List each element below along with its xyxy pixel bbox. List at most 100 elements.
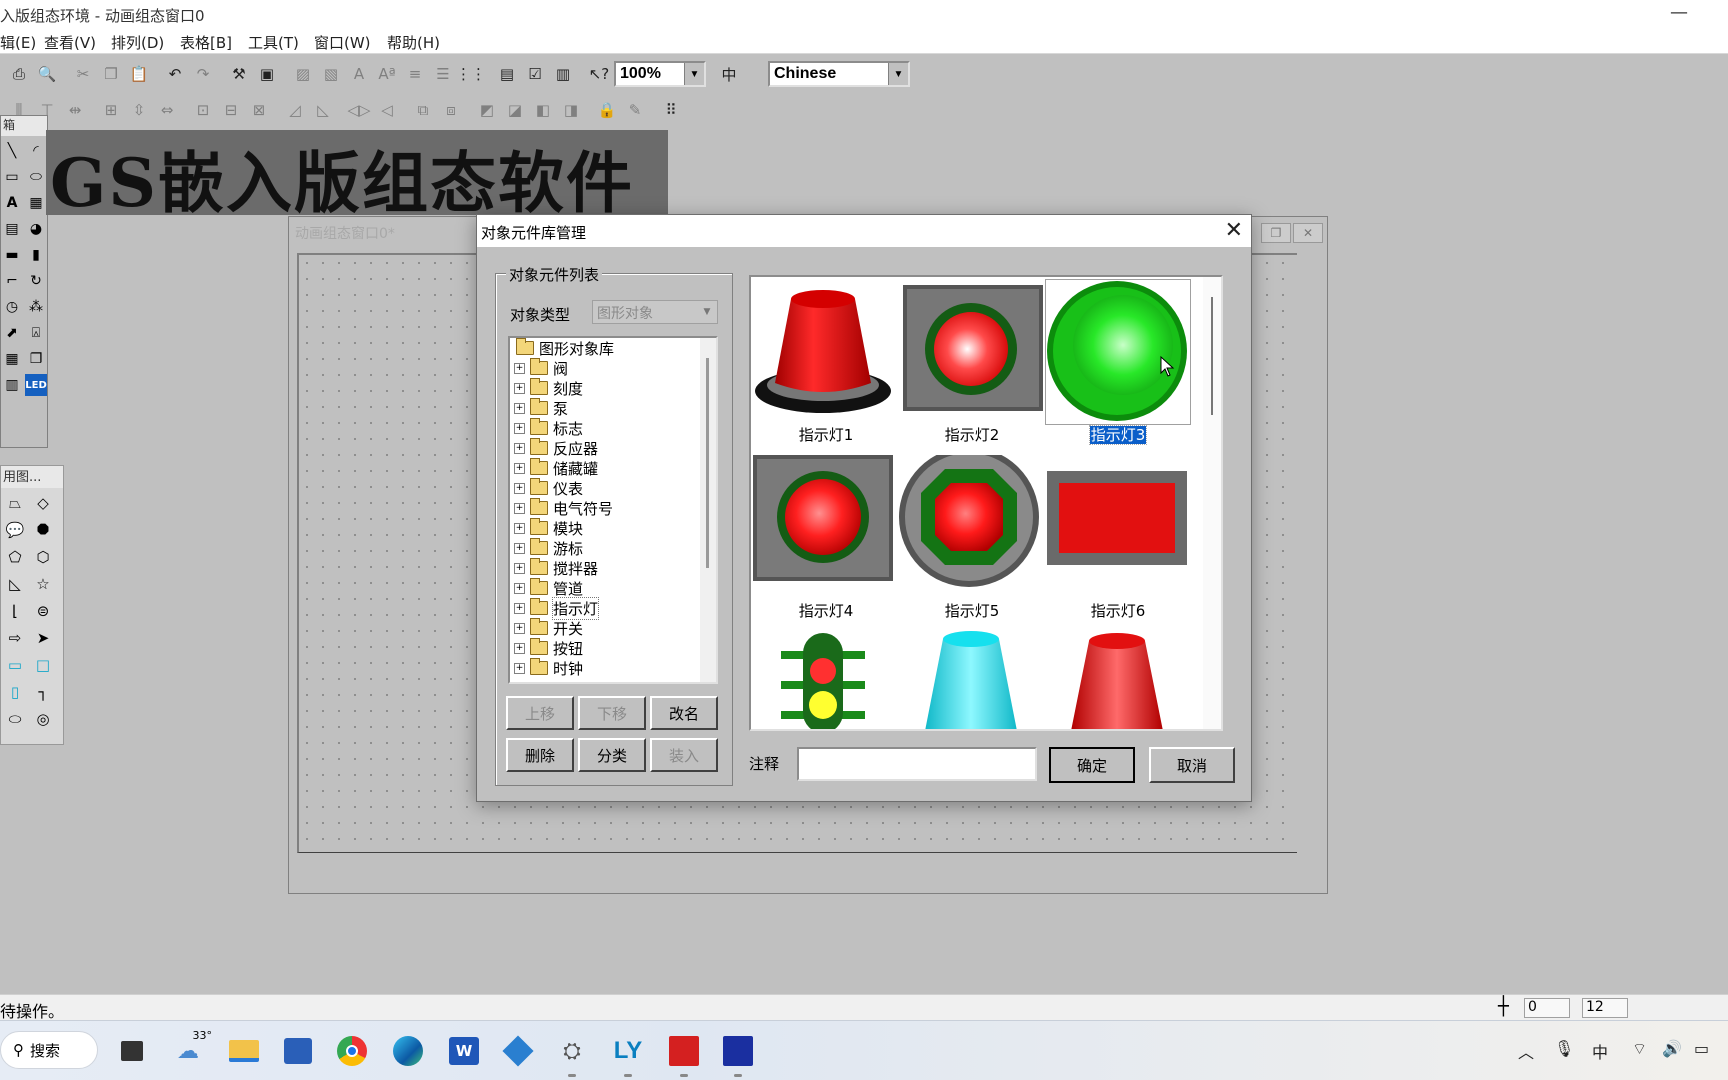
- note-input[interactable]: [797, 747, 1037, 781]
- redo-icon[interactable]: ↷: [190, 61, 216, 87]
- elbow-shape-icon[interactable]: ⌊: [3, 600, 27, 622]
- weather-icon[interactable]: ☁ 33°: [168, 1029, 212, 1071]
- table-tool-icon[interactable]: ▦: [1, 348, 23, 370]
- lock-icon[interactable]: 🔒: [594, 97, 620, 123]
- zoom-select[interactable]: 100% ▼: [614, 61, 706, 87]
- indicator-lamp-6[interactable]: 指示灯6: [1045, 455, 1191, 623]
- close-icon[interactable]: ✕: [1225, 218, 1243, 243]
- copy-icon[interactable]: ❐: [98, 61, 124, 87]
- button-tool-icon[interactable]: ▤: [1, 218, 23, 240]
- language-select[interactable]: Chinese ▼: [768, 61, 910, 87]
- window-props-icon[interactable]: ▤: [494, 61, 520, 87]
- network-tool-icon[interactable]: ⛭: [552, 1031, 592, 1077]
- tree-item[interactable]: + 时钟: [510, 658, 614, 678]
- grid-dots-icon[interactable]: ⠿: [658, 97, 684, 123]
- cyan-lamp-item[interactable]: [899, 631, 1045, 729]
- pointer-shape-icon[interactable]: ➤: [31, 627, 55, 649]
- unlock-icon[interactable]: ✎: [622, 97, 648, 123]
- cylinder-shape-icon[interactable]: ⊜: [31, 600, 55, 622]
- tree-item[interactable]: + 阀: [510, 358, 614, 378]
- load-button[interactable]: 装入: [650, 738, 718, 772]
- component-tree[interactable]: 图形对象库 + 阀 + 刻度 + 泵 + 标志 + 反应器 + 储藏罐 + 仪表 + 电气符号 …: [508, 336, 718, 684]
- properties-icon[interactable]: ▣: [254, 61, 280, 87]
- text-tool-icon[interactable]: A: [1, 192, 23, 214]
- microphone-icon[interactable]: 🎙: [1554, 1039, 1574, 1058]
- ok-button[interactable]: 确定: [1049, 747, 1135, 783]
- tree-item[interactable]: + 开关: [510, 618, 614, 638]
- tree-item[interactable]: + 模块: [510, 518, 614, 538]
- tree-root[interactable]: 图形对象库: [510, 338, 614, 358]
- tree-scrollbar[interactable]: [700, 338, 716, 682]
- print-preview-icon[interactable]: 🔍: [34, 61, 60, 87]
- expand-icon[interactable]: +: [514, 462, 525, 474]
- tools-icon[interactable]: ⚒: [226, 61, 252, 87]
- expand-icon[interactable]: +: [514, 382, 525, 394]
- store-icon[interactable]: [278, 1031, 318, 1071]
- rounded-rect-tool-icon[interactable]: ▭: [1, 166, 23, 188]
- tree-item[interactable]: + 仪表: [510, 478, 614, 498]
- bar-tool-icon[interactable]: ▮: [25, 244, 47, 266]
- ring-shape-icon[interactable]: ◎: [31, 708, 55, 730]
- rename-button[interactable]: 改名: [650, 696, 718, 730]
- menu-edit[interactable]: 辑(E): [0, 32, 36, 53]
- rect-shape-icon[interactable]: ▭: [3, 654, 27, 676]
- chevron-down-icon[interactable]: ▼: [888, 63, 908, 85]
- spacing-h-icon[interactable]: ⊠: [246, 97, 272, 123]
- square-shape-icon[interactable]: □: [31, 654, 55, 676]
- rotate-right-icon[interactable]: ◺: [310, 97, 336, 123]
- file-explorer-icon[interactable]: [224, 1031, 264, 1071]
- align-height-icon[interactable]: ⇹: [62, 97, 88, 123]
- component-preview[interactable]: 指示灯1 指示灯2 指示灯3 指示灯4 指示灯5 指示灯6: [749, 275, 1223, 731]
- tree-item[interactable]: + 储藏罐: [510, 458, 614, 478]
- red-lamp-item[interactable]: [1045, 631, 1191, 729]
- classify-button[interactable]: 分类: [578, 738, 646, 772]
- arrow-shape-icon[interactable]: ⇨: [3, 627, 27, 649]
- undo-icon[interactable]: ↶: [162, 61, 188, 87]
- taskbar-search[interactable]: ⚲ 搜索: [0, 1031, 98, 1069]
- indicator-lamp-5[interactable]: 指示灯5: [899, 455, 1045, 623]
- menu-view[interactable]: 查看(V): [44, 32, 96, 53]
- tree-item[interactable]: + 指示灯: [510, 596, 614, 620]
- tree-item[interactable]: + 反应器: [510, 438, 614, 458]
- flip-h-icon[interactable]: ◁▷: [346, 97, 372, 123]
- ellipse-shape-icon[interactable]: ⬭: [3, 708, 27, 730]
- wifi-icon[interactable]: ⌔: [1632, 1039, 1647, 1059]
- menu-window[interactable]: 窗口(W): [314, 32, 371, 53]
- forward-icon[interactable]: ◧: [530, 97, 556, 123]
- cancel-button[interactable]: 取消: [1149, 747, 1235, 783]
- hexagon-shape-icon[interactable]: ⬡: [31, 546, 55, 568]
- bar-shape-icon[interactable]: ▯: [3, 681, 27, 703]
- indicator-lamp-4[interactable]: 指示灯4: [753, 455, 899, 623]
- expand-icon[interactable]: +: [514, 602, 525, 614]
- config-app-icon[interactable]: [664, 1031, 704, 1077]
- tree-item[interactable]: + 管道: [510, 578, 614, 598]
- input-tool-icon[interactable]: ▬: [1, 244, 23, 266]
- language-icon[interactable]: 中: [716, 61, 742, 87]
- bitmap-tool-icon[interactable]: ▦: [25, 192, 47, 214]
- edge-icon[interactable]: [388, 1031, 428, 1071]
- menu-table[interactable]: 表格[B]: [180, 32, 232, 53]
- task-view-icon[interactable]: [112, 1031, 152, 1071]
- tree-item[interactable]: + 游标: [510, 538, 614, 558]
- triangle-shape-icon[interactable]: ◺: [3, 573, 27, 595]
- expand-icon[interactable]: +: [514, 362, 525, 374]
- globe-tool-icon[interactable]: ◕: [25, 218, 47, 240]
- paste-icon[interactable]: 📋: [126, 61, 152, 87]
- tree-item[interactable]: + 刻度: [510, 378, 614, 398]
- spacing-v-icon[interactable]: ⊟: [218, 97, 244, 123]
- arc-tool-icon[interactable]: ◜: [25, 140, 47, 162]
- alarm-tool-icon[interactable]: ⍓: [25, 322, 47, 344]
- polyline-tool-icon[interactable]: ⌐: [1, 270, 23, 292]
- traffic-light-item[interactable]: [753, 631, 899, 729]
- center-v-icon[interactable]: ⇳: [126, 97, 152, 123]
- battery-icon[interactable]: ▭: [1694, 1039, 1709, 1058]
- line-style-icon[interactable]: ≡: [402, 61, 428, 87]
- line-color-icon[interactable]: ▧: [318, 61, 344, 87]
- check-icon[interactable]: ☑: [522, 61, 548, 87]
- move-down-button[interactable]: 下移: [578, 696, 646, 730]
- bring-front-icon[interactable]: ◩: [474, 97, 500, 123]
- led-tool-icon[interactable]: LED: [25, 374, 47, 396]
- chart-tool-icon[interactable]: ⬈: [1, 322, 23, 344]
- delete-button[interactable]: 删除: [506, 738, 574, 772]
- send-back-icon[interactable]: ◪: [502, 97, 528, 123]
